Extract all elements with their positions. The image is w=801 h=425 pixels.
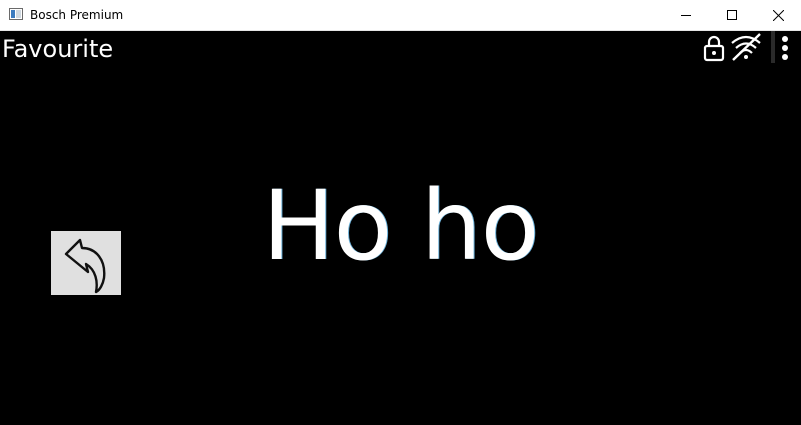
window-titlebar: Bosch Premium [0, 0, 801, 31]
page-title: Favourite [2, 35, 114, 63]
close-button[interactable] [755, 0, 801, 30]
more-vert-icon[interactable] [778, 34, 792, 62]
app-window-icon [9, 8, 23, 20]
minimize-button[interactable] [663, 0, 709, 30]
maximize-button[interactable] [709, 0, 755, 30]
maximize-icon [727, 10, 737, 20]
app-content: Favourite Ho ho [0, 31, 801, 425]
scrollbar[interactable] [771, 31, 775, 63]
lock-icon[interactable] [703, 34, 725, 62]
minimize-icon [681, 15, 691, 16]
wifi-off-icon[interactable] [729, 32, 763, 62]
main-message: Ho ho [262, 170, 539, 282]
window-title: Bosch Premium [30, 8, 124, 22]
close-icon [772, 9, 784, 21]
